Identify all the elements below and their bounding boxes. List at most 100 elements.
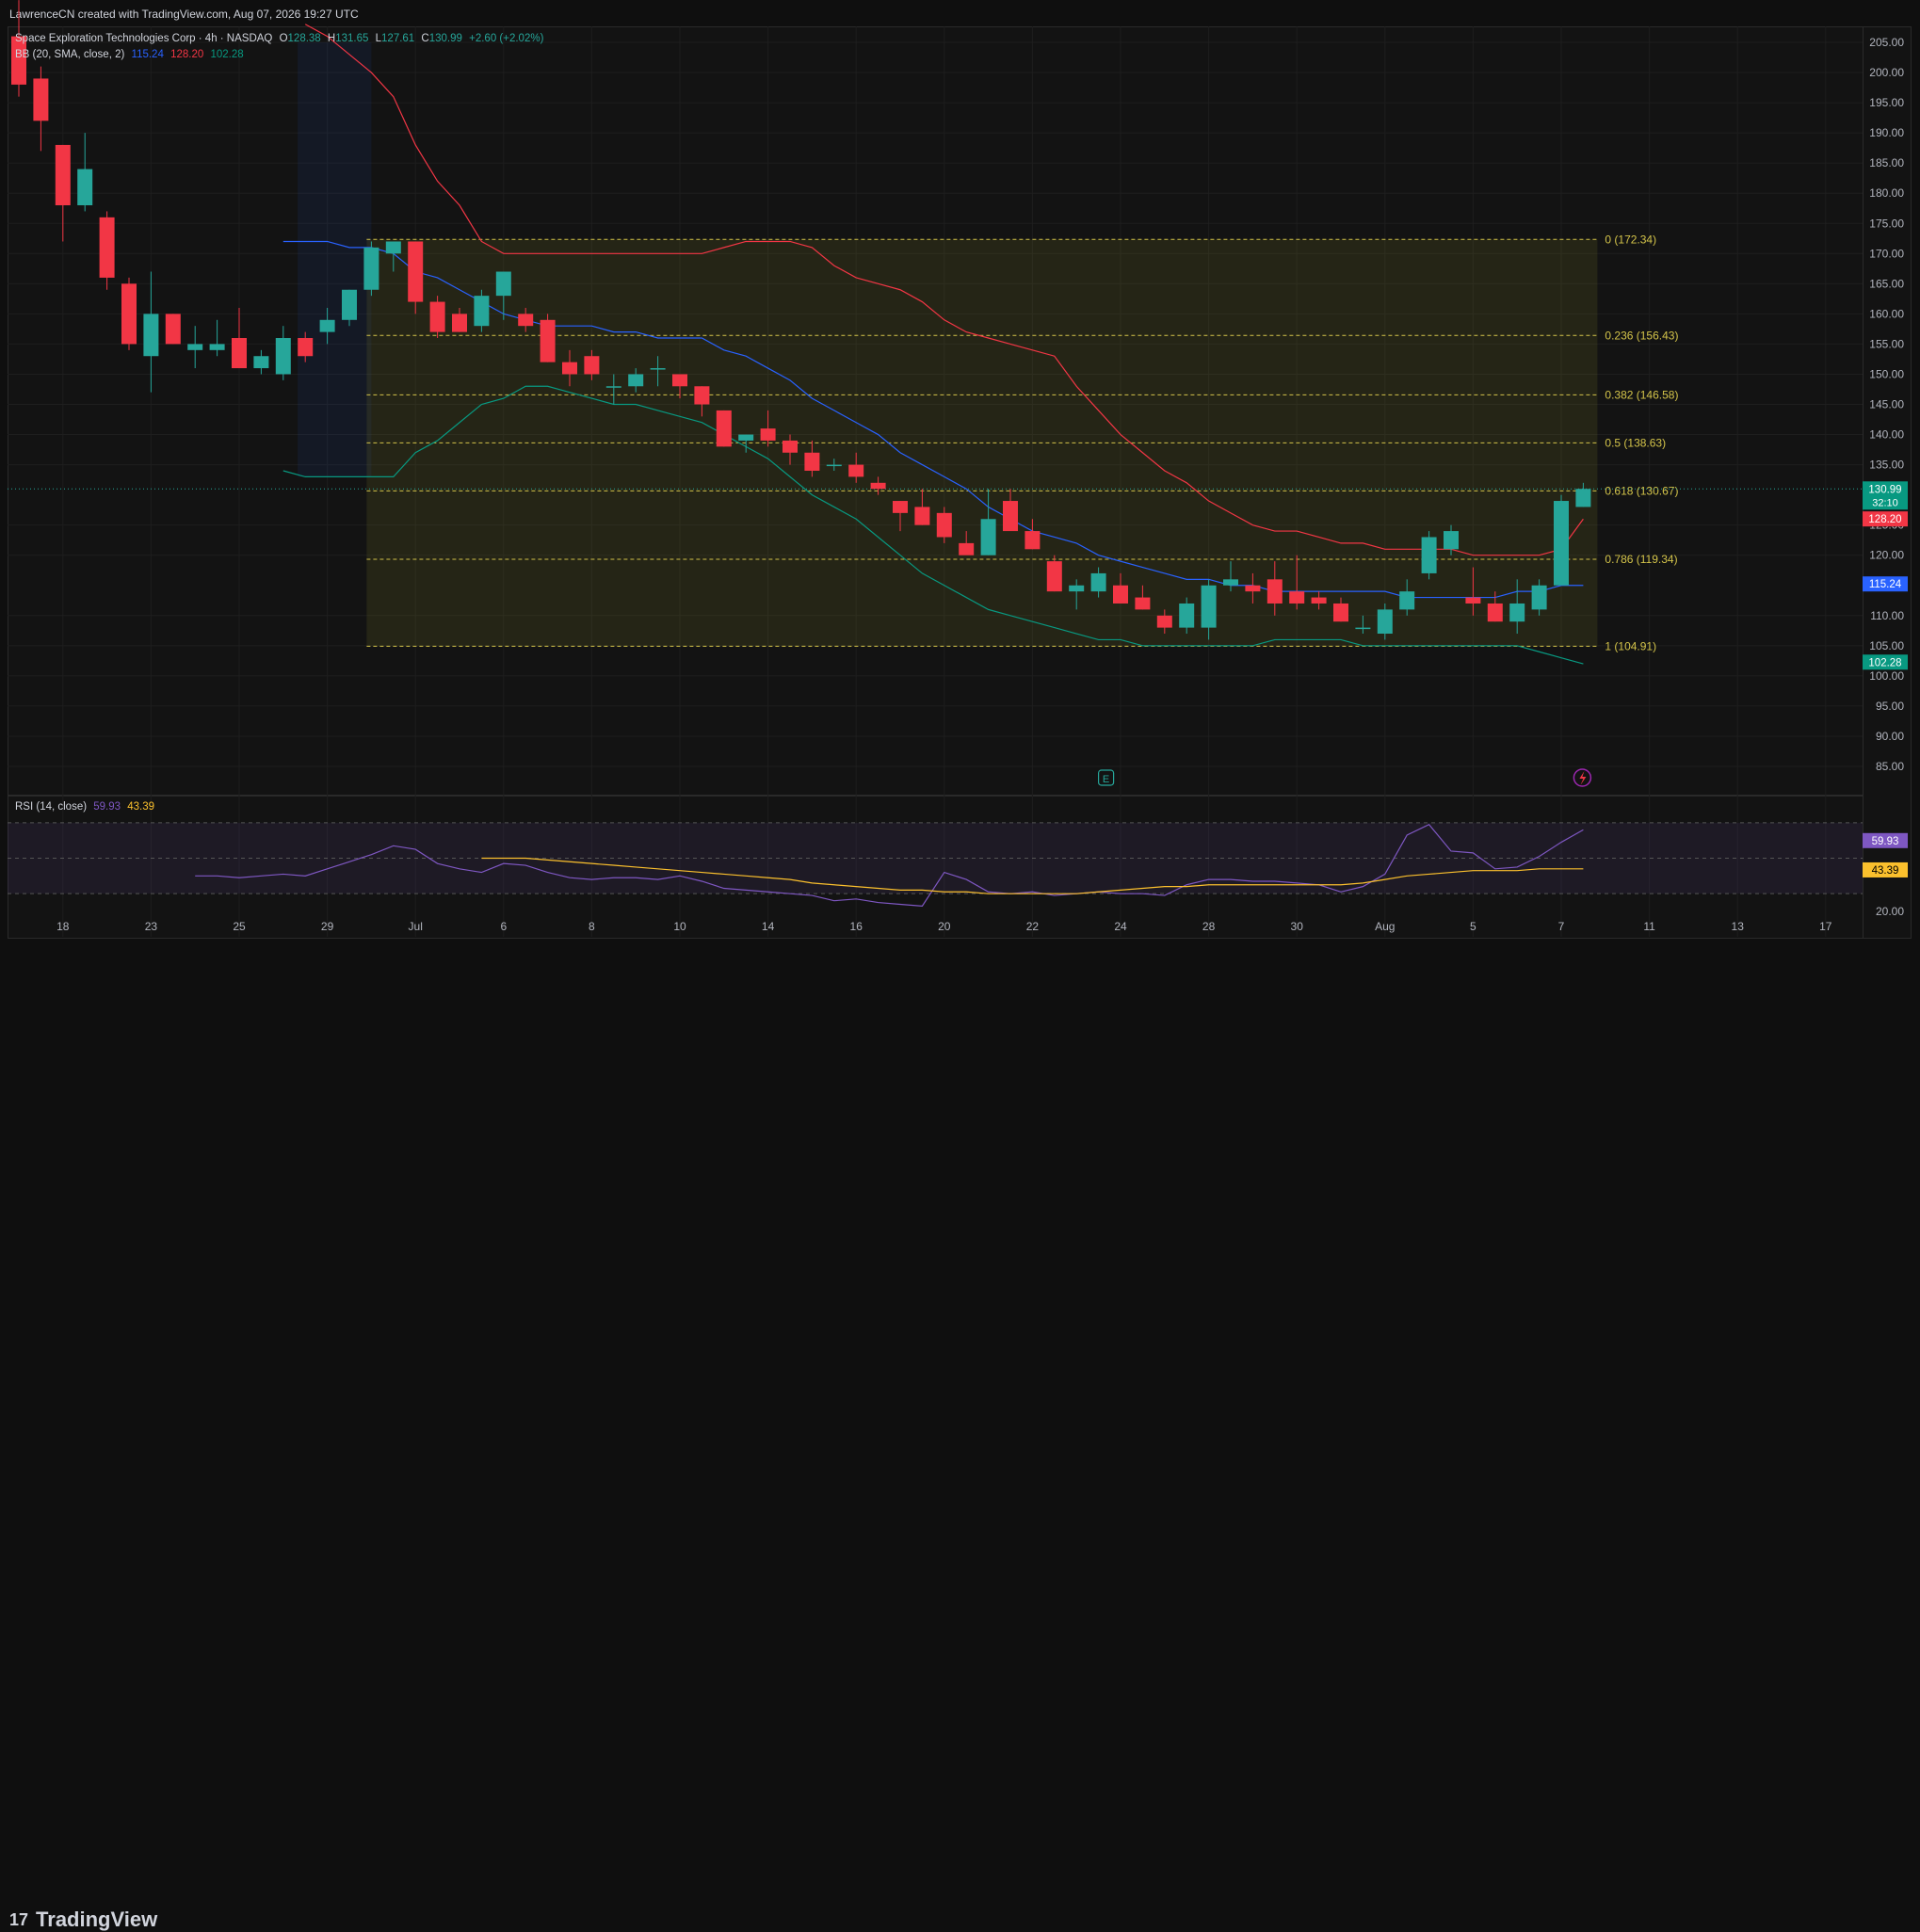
fib-level-label: 0.5 (138.63)	[1605, 436, 1666, 449]
fib-level-label: 0 (172.34)	[1605, 233, 1656, 246]
chart-svg[interactable]: 0 (172.34) 0.236 (156.43) 0.382 (146.58) 0.…	[0, 0, 1920, 951]
time-axis-label: 22	[1026, 920, 1040, 933]
time-axis-label: 23	[145, 920, 158, 933]
candle-body	[1003, 501, 1018, 532]
bb-upper-badge: 128.20	[1868, 514, 1901, 525]
candle-body	[760, 428, 776, 441]
time-axis-label: 25	[233, 920, 246, 933]
candle-body	[232, 338, 247, 369]
candle-body	[1444, 531, 1459, 550]
candle-body	[783, 440, 798, 453]
candle-body	[385, 241, 401, 254]
candle-body	[1487, 603, 1503, 622]
candle-body	[804, 452, 820, 471]
time-axis-label: 13	[1732, 920, 1745, 933]
candle-body	[121, 283, 137, 345]
candle-body	[33, 78, 49, 121]
candle-body	[363, 247, 379, 290]
candle-body	[1421, 537, 1437, 573]
price-axis-label: 135.00	[1869, 459, 1904, 472]
candle-body	[253, 356, 269, 369]
low-value: 127.61	[381, 33, 415, 44]
candle-body	[628, 374, 644, 387]
open-label: O	[279, 33, 288, 44]
candle-body	[1531, 585, 1547, 610]
fib-level-label: 0.236 (156.43)	[1605, 329, 1678, 342]
time-axis-label: 20	[938, 920, 951, 933]
candle-body	[870, 482, 886, 490]
candle-body	[55, 144, 71, 206]
candle-body	[1267, 579, 1283, 604]
candle-body	[1245, 585, 1261, 592]
rsi-legend[interactable]: RSI (14, close) 59.93 43.39	[15, 801, 158, 813]
bb-lower-badge: 102.28	[1868, 657, 1901, 668]
candle-body	[1399, 591, 1415, 610]
price-axis-label: 145.00	[1869, 398, 1904, 411]
candle-body	[1025, 531, 1041, 550]
tradingview-logo[interactable]: 17 TradingView	[9, 1908, 157, 1932]
candle-body	[605, 386, 621, 388]
candle-body	[716, 410, 732, 447]
price-axis-label: 90.00	[1876, 730, 1904, 743]
price-axis-label: 105.00	[1869, 639, 1904, 652]
candle-body	[1289, 591, 1305, 604]
candle-body	[980, 519, 996, 555]
candle-body	[1333, 603, 1348, 622]
price-axis-label: 110.00	[1870, 609, 1904, 622]
rsi-ma-value: 43.39	[127, 801, 155, 813]
candle-body	[209, 344, 225, 350]
candle-body	[1575, 489, 1591, 507]
price-axis-label: 175.00	[1869, 217, 1904, 230]
candle-body	[518, 314, 534, 327]
close-label: C	[421, 33, 429, 44]
candle-body	[672, 374, 687, 387]
bb-legend[interactable]: BB (20, SMA, close, 2) 115.24 128.20 102…	[15, 49, 248, 60]
open-value: 128.38	[287, 33, 321, 44]
candle-body	[495, 271, 511, 297]
time-axis-label: Aug	[1375, 920, 1395, 933]
bb-mid-badge: 115.24	[1869, 579, 1902, 590]
price-axis-label: 140.00	[1869, 428, 1904, 442]
candle-body	[562, 362, 577, 375]
rsi-indicator	[8, 822, 1863, 907]
price-axis-label: 165.00	[1869, 277, 1904, 290]
time-axis-label: 10	[673, 920, 686, 933]
candle-body	[1090, 572, 1106, 592]
candle-body	[1179, 603, 1195, 628]
candle-body	[99, 217, 115, 278]
markers: E	[1097, 768, 1592, 787]
time-axis-label: 17	[1819, 920, 1832, 933]
candle-body	[584, 356, 600, 375]
bb-mid-value: 115.24	[131, 49, 164, 60]
candle-body	[540, 319, 556, 362]
candle-body	[848, 464, 864, 477]
candle-body	[1355, 627, 1371, 630]
price-axis-label: 200.00	[1869, 66, 1904, 79]
rsi-value: 59.93	[93, 801, 121, 813]
candle-body	[319, 319, 335, 332]
brand-name: TradingView	[36, 1908, 158, 1931]
candle-body	[342, 289, 357, 320]
fib-level-label: 0.382 (146.58)	[1605, 388, 1678, 401]
time-axis-label: 30	[1291, 920, 1304, 933]
time-axis-label: 8	[589, 920, 595, 933]
fib-level-label: 0.786 (119.34)	[1605, 553, 1677, 566]
candle-body	[1201, 585, 1217, 628]
footer: 17 TradingView	[0, 951, 1920, 1931]
time-axis-label: 6	[500, 920, 507, 933]
candle-body	[165, 314, 181, 345]
symbol-title[interactable]: Space Exploration Technologies Corp · 4h…	[15, 33, 272, 44]
candle-body	[143, 314, 159, 357]
candle-body	[1156, 615, 1172, 628]
price-axis-label: 95.00	[1876, 700, 1904, 713]
candle-body	[893, 501, 908, 513]
price-axis-label: 170.00	[1869, 247, 1904, 260]
price-axis-label: 195.00	[1869, 96, 1904, 109]
price-axis-label: 190.00	[1869, 126, 1904, 139]
rsi-label: RSI (14, close)	[15, 801, 88, 813]
candle-body	[187, 344, 203, 350]
price-axis-label: 160.00	[1869, 307, 1904, 320]
candle-body	[936, 512, 952, 538]
candle-body	[1046, 561, 1062, 592]
time-axis-label: 7	[1558, 920, 1565, 933]
